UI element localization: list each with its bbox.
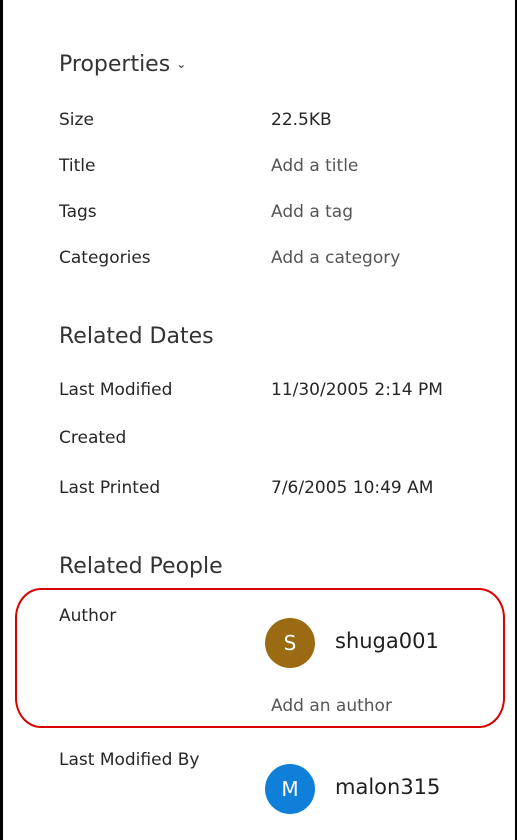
title-label: Title bbox=[59, 156, 96, 176]
tags-label: Tags bbox=[59, 202, 97, 222]
author-name[interactable]: shuga001 bbox=[335, 629, 439, 653]
size-value: 22.5KB bbox=[271, 110, 332, 130]
chevron-down-icon[interactable]: ⌄ bbox=[176, 57, 186, 71]
last-modified-label: Last Modified bbox=[59, 380, 173, 400]
related-people-heading: Related People bbox=[59, 554, 223, 579]
last-modified-by-label: Last Modified By bbox=[59, 750, 200, 770]
tags-field[interactable]: Add a tag bbox=[271, 202, 353, 222]
author-avatar[interactable]: S bbox=[265, 618, 315, 668]
last-modified-by-avatar[interactable]: M bbox=[265, 764, 315, 814]
author-avatar-initial: S bbox=[283, 631, 297, 655]
related-dates-heading: Related Dates bbox=[59, 324, 214, 349]
created-label: Created bbox=[59, 428, 127, 448]
last-modified-value: 11/30/2005 2:14 PM bbox=[271, 380, 443, 400]
categories-label: Categories bbox=[59, 248, 151, 268]
last-printed-label: Last Printed bbox=[59, 478, 161, 498]
properties-heading[interactable]: Properties ⌄ bbox=[59, 52, 186, 77]
last-modified-by-name[interactable]: malon315 bbox=[335, 775, 440, 799]
last-modified-by-avatar-initial: M bbox=[281, 777, 299, 801]
properties-panel: Properties ⌄ Size 22.5KB Title Add a titl… bbox=[0, 0, 517, 840]
size-label: Size bbox=[59, 110, 94, 130]
add-author-field[interactable]: Add an author bbox=[271, 696, 392, 716]
author-label: Author bbox=[59, 606, 117, 626]
categories-field[interactable]: Add a category bbox=[271, 248, 400, 268]
last-printed-value: 7/6/2005 10:49 AM bbox=[271, 478, 434, 498]
properties-heading-label: Properties bbox=[59, 52, 171, 77]
title-field[interactable]: Add a title bbox=[271, 156, 358, 176]
